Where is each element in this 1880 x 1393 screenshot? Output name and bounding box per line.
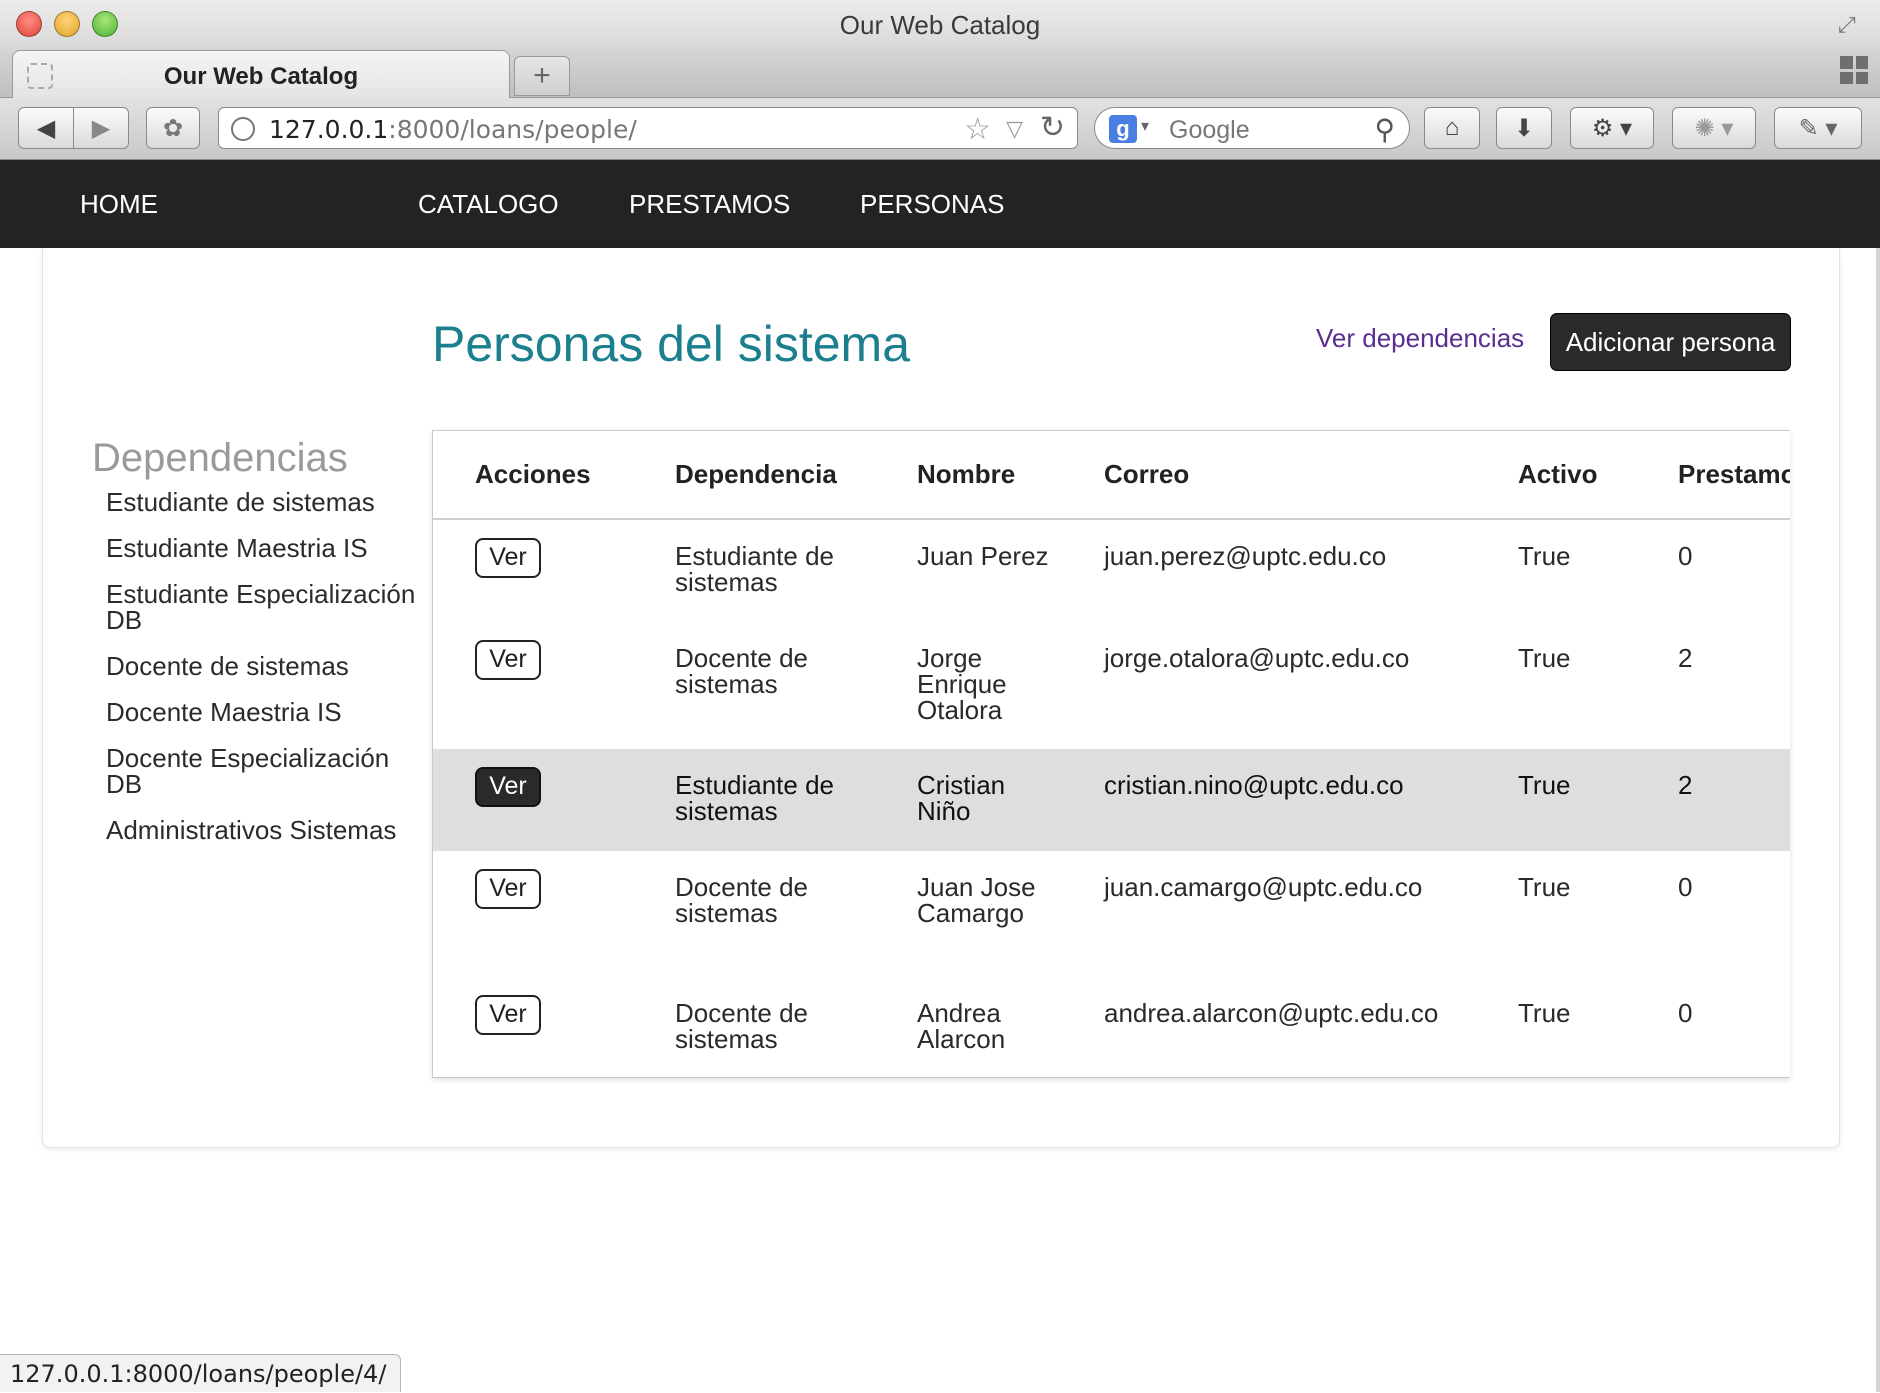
forward-button[interactable]: ▶ [73,107,129,149]
ver-dependencias-link[interactable]: Ver dependencias [1316,323,1524,354]
cell-nombre: Juan Jose Camargo [917,872,1036,928]
cell-prestamos: 2 [1678,643,1693,673]
column-header-prestamos[interactable]: Prestamos [1636,431,1790,520]
cell-activo: True [1518,541,1571,571]
download-button[interactable]: ⬇ [1496,107,1552,149]
tab-our-web-catalog[interactable]: Our Web Catalog [12,50,510,98]
sidebar-item-estudiante-maestria[interactable]: Estudiante Maestria IS [106,535,422,561]
table-row: Ver Estudiante de sistemas Juan Perez ju… [433,519,1790,622]
sidebar-item-docente-maestria[interactable]: Docente Maestria IS [106,699,422,725]
dropper-tool-button[interactable]: ✎ ▾ [1774,107,1862,149]
back-button[interactable]: ◀ [18,107,74,149]
url-host: 127.0.0.1 [269,115,389,144]
column-header-dependencia[interactable]: Dependencia [633,431,875,520]
history-dropdown-icon[interactable]: ▽ [1006,116,1023,142]
browser-toolbar: ◀ ▶ ✿ 127.0.0.1:8000/loans/people/ ☆ ▽ ↻… [0,98,1880,160]
sidebar-item-docente-sistemas[interactable]: Docente de sistemas [106,653,422,679]
cell-activo: True [1518,643,1571,673]
window-title: Our Web Catalog [839,10,1041,40]
extensions-button[interactable]: ✺ ▾ [1672,107,1756,149]
url-path: :8000/loans/people/ [388,115,637,144]
ver-person-button[interactable]: Ver [475,994,541,1035]
home-button[interactable]: ⌂ [1424,107,1480,149]
tab-label: Our Web Catalog [163,63,359,90]
bookmark-star-icon[interactable]: ☆ [964,112,991,147]
window-titlebar: Our Web Catalog ⤢ [0,0,1880,48]
cell-correo: juan.camargo@uptc.edu.co [1104,872,1423,902]
sidebar-item-administrativos[interactable]: Administrativos Sistemas [106,817,422,843]
globe-icon [231,117,255,141]
nav-home[interactable]: HOME [80,160,158,248]
cell-dependencia: Docente de sistemas [675,872,808,928]
ver-person-button[interactable]: Ver [475,537,541,578]
cell-activo: True [1518,998,1571,1028]
cell-correo: jorge.otalora@uptc.edu.co [1104,643,1410,673]
column-header-nombre[interactable]: Nombre [875,431,1062,520]
cell-nombre: Jorge Enrique Otalora [917,643,1007,725]
cell-prestamos: 0 [1678,541,1693,571]
cell-activo: True [1518,872,1571,902]
cell-prestamos: 0 [1678,872,1693,902]
cell-nombre: Cristian Niño [875,749,1062,851]
column-header-correo[interactable]: Correo [1062,431,1476,520]
settings-gear-button[interactable]: ⚙ ▾ [1570,107,1654,149]
ver-person-button[interactable]: Ver [475,868,541,909]
new-tab-button[interactable]: + [514,56,570,96]
cell-activo: True [1476,749,1636,851]
cell-prestamos: 0 [1678,998,1693,1028]
cell-correo: andrea.alarcon@uptc.edu.co [1104,998,1439,1028]
share-button[interactable]: ✿ [146,107,200,149]
add-person-button[interactable]: Adicionar persona [1550,313,1791,371]
google-search-engine-icon[interactable]: g [1109,115,1137,143]
chevron-down-icon[interactable]: ▾ [1141,116,1149,136]
table-row: Ver Docente de sistemas Juan Jose Camarg… [433,851,1790,977]
sidebar-item-estudiante-especializacion[interactable]: Estudiante Especialización DB [106,581,422,633]
site-navbar: HOME CATALOGO PRESTAMOS PERSONAS [0,160,1880,248]
dependencias-sidebar: Dependencias Estudiante de sistemas Estu… [92,436,422,863]
cell-nombre: Juan Perez [917,541,1049,571]
window-right-edge [1876,248,1880,1392]
table-row: Ver Docente de sistemas Andrea Alarcon a… [433,977,1790,1077]
people-table: Acciones Dependencia Nombre Correo Activ… [433,431,1790,1077]
sidebar-heading: Dependencias [92,436,348,480]
search-icon[interactable]: ⚲ [1374,113,1395,146]
column-header-activo[interactable]: Activo [1476,431,1636,520]
cell-dependencia: Docente de sistemas [675,643,808,699]
column-header-acciones[interactable]: Acciones [433,431,633,520]
reload-icon[interactable]: ↻ [1040,110,1065,145]
status-bar-link-preview: 127.0.0.1:8000/loans/people/4/ [0,1354,402,1392]
people-table-container[interactable]: Acciones Dependencia Nombre Correo Activ… [432,430,1790,1078]
search-placeholder: Google [1169,116,1250,144]
table-row: Ver Docente de sistemas Jorge Enrique Ot… [433,622,1790,749]
ver-person-button[interactable]: Ver [475,639,541,680]
cell-nombre: Andrea Alarcon [917,998,1006,1054]
fullscreen-icon[interactable]: ⤢ [1838,12,1864,38]
table-header-row: Acciones Dependencia Nombre Correo Activ… [433,431,1790,520]
ver-person-button[interactable]: Ver [475,766,541,807]
address-bar[interactable]: 127.0.0.1:8000/loans/people/ ☆ ▽ ↻ [218,107,1078,149]
page-title: Personas del sistema [432,316,911,372]
nav-personas[interactable]: PERSONAS [860,160,1005,248]
cell-dependencia: Docente de sistemas [675,998,808,1054]
sidebar-item-estudiante-sistemas[interactable]: Estudiante de sistemas [106,489,422,515]
nav-prestamos[interactable]: PRESTAMOS [629,160,790,248]
nav-catalogo[interactable]: CATALOGO [418,160,559,248]
cell-dependencia: Estudiante de sistemas [675,541,835,597]
tab-bar: Our Web Catalog + [0,48,1880,98]
cell-correo: juan.perez@uptc.edu.co [1104,541,1387,571]
cell-dependencia: Estudiante de sistemas [633,749,875,851]
search-bar[interactable]: g ▾ Google ⚲ [1094,107,1410,149]
cell-correo: cristian.nino@uptc.edu.co [1062,749,1476,851]
table-row-hovered: Ver Estudiante de sistemas Cristian Niño… [433,749,1790,851]
address-text[interactable]: 127.0.0.1:8000/loans/people/ [269,115,637,144]
cell-prestamos: 2 [1636,749,1790,851]
sidebar-item-docente-especializacion[interactable]: Docente Especialización DB [106,745,422,797]
tab-overview-icon[interactable] [1840,56,1868,84]
